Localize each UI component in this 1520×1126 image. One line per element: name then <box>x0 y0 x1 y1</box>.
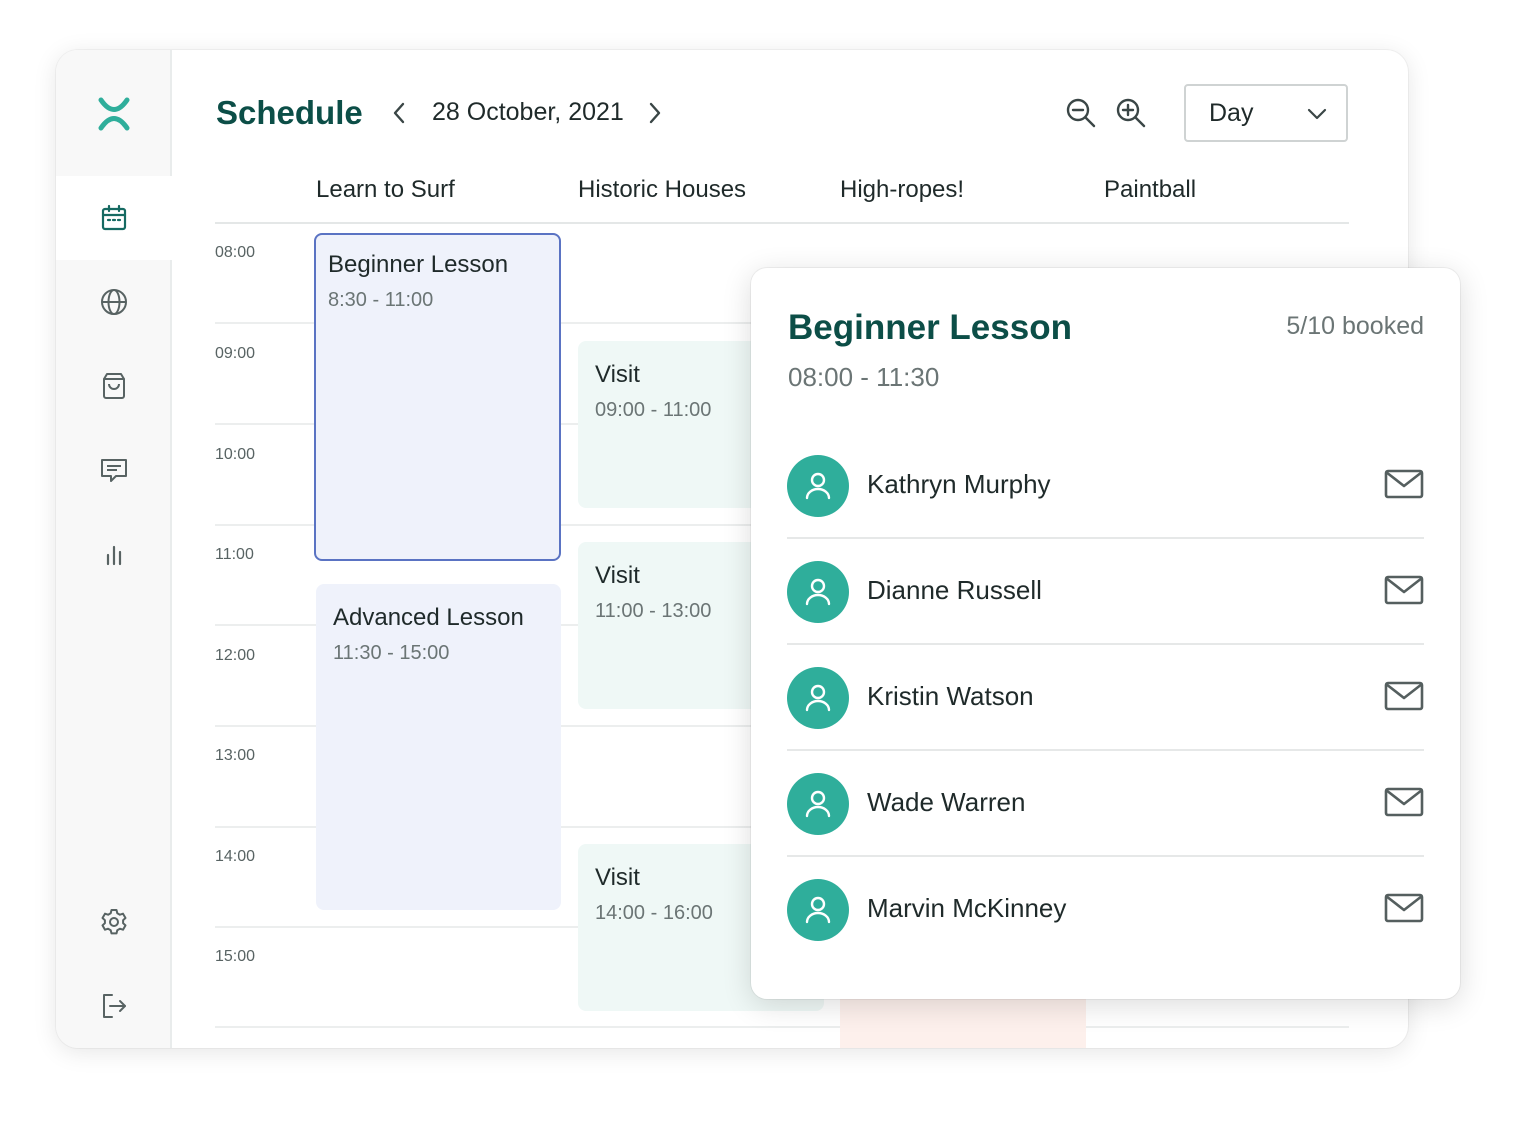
zoom-out-button[interactable] <box>1064 96 1098 130</box>
event-time: 11:30 - 15:00 <box>333 642 450 664</box>
attendee-name: Wade Warren <box>867 787 1026 817</box>
user-icon <box>805 790 831 818</box>
email-button[interactable] <box>1384 891 1424 925</box>
event-details-popup: Beginner Lesson 5/10 booked 08:00 - 11:3… <box>751 268 1460 999</box>
view-mode-value: Day <box>1209 98 1254 127</box>
chevron-down-icon <box>1307 108 1327 120</box>
chevron-right-icon <box>649 102 661 124</box>
column-header: Paintball <box>1104 176 1197 203</box>
mail-icon <box>1384 469 1424 499</box>
next-day-button[interactable] <box>642 100 668 126</box>
avatar <box>787 455 849 517</box>
hour-line <box>215 1026 1349 1028</box>
column-header: Historic Houses <box>578 176 747 203</box>
current-date: 28 October, 2021 <box>432 98 624 126</box>
attendee-row[interactable]: Kristin Watson <box>787 645 1424 751</box>
gear-icon <box>101 909 127 935</box>
page-title: Schedule <box>216 94 363 131</box>
sidebar-item-reports[interactable] <box>56 512 172 596</box>
view-mode-select[interactable]: Day <box>1184 84 1348 142</box>
email-button[interactable] <box>1384 785 1424 819</box>
attendee-row[interactable]: Dianne Russell <box>787 539 1424 645</box>
mail-icon <box>1384 787 1424 817</box>
email-button[interactable] <box>1384 573 1424 607</box>
column-header: High-ropes! <box>840 176 965 203</box>
sidebar-item-shop[interactable] <box>56 344 172 428</box>
hour-label: 11:00 <box>215 546 254 563</box>
hour-label: 08:00 <box>215 244 256 261</box>
hour-label: 09:00 <box>215 345 256 362</box>
mail-icon <box>1384 893 1424 923</box>
user-icon <box>805 472 831 500</box>
event-card-selected[interactable]: Beginner Lesson 8:30 - 11:00 <box>314 233 561 561</box>
shopping-bag-icon <box>103 373 125 399</box>
column-header: Learn to Surf <box>316 176 455 203</box>
hour-label: 13:00 <box>215 747 256 764</box>
zoom-out-icon <box>1066 98 1096 128</box>
event-card[interactable]: Advanced Lesson 11:30 - 15:00 <box>316 584 561 910</box>
hour-label: 10:00 <box>215 446 256 463</box>
chat-icon <box>101 459 127 482</box>
event-block[interactable] <box>840 998 1086 1048</box>
sidebar-item-messages[interactable] <box>56 428 172 512</box>
popup-title: Beginner Lesson <box>788 308 1072 347</box>
mail-icon <box>1384 575 1424 605</box>
sidebar-item-logout[interactable] <box>56 964 172 1048</box>
mail-icon <box>1384 681 1424 711</box>
booking-count: 5/10 booked <box>1286 312 1424 340</box>
attendee-name: Kathryn Murphy <box>867 469 1051 499</box>
email-button[interactable] <box>1384 467 1424 501</box>
zoom-in-icon <box>1116 98 1146 128</box>
popup-time: 08:00 - 11:30 <box>788 362 940 392</box>
attendee-name: Kristin Watson <box>867 681 1034 711</box>
calendar-icon <box>101 204 127 231</box>
avatar <box>787 879 849 941</box>
attendee-row[interactable]: Kathryn Murphy <box>787 433 1424 539</box>
attendee-row[interactable]: Marvin McKinney <box>787 857 1424 963</box>
user-icon <box>805 896 831 924</box>
previous-day-button[interactable] <box>386 100 412 126</box>
event-time: 8:30 - 11:00 <box>328 289 434 311</box>
attendee-name: Dianne Russell <box>867 575 1042 605</box>
avatar <box>787 667 849 729</box>
event-title: Beginner Lesson <box>328 251 509 278</box>
bar-chart-icon <box>106 545 122 566</box>
brand-logo-icon <box>98 97 130 131</box>
hour-label: 14:00 <box>215 848 256 865</box>
user-icon <box>805 578 831 606</box>
avatar <box>787 561 849 623</box>
sidebar-item-schedule[interactable] <box>56 176 172 260</box>
attendee-name: Marvin McKinney <box>867 893 1067 923</box>
sidebar <box>56 50 172 1048</box>
sidebar-item-settings[interactable] <box>56 880 172 964</box>
sidebar-item-globe[interactable] <box>56 260 172 344</box>
avatar <box>787 773 849 835</box>
attendee-row[interactable]: Wade Warren <box>787 751 1424 857</box>
user-icon <box>805 684 831 712</box>
chevron-left-icon <box>393 102 405 124</box>
zoom-in-button[interactable] <box>1114 96 1148 130</box>
logout-icon <box>103 994 126 1018</box>
email-button[interactable] <box>1384 679 1424 713</box>
event-title: Advanced Lesson <box>333 604 524 631</box>
logo <box>56 78 172 150</box>
globe-icon <box>101 289 127 315</box>
header-divider <box>215 222 1349 224</box>
hour-label: 12:00 <box>215 647 256 664</box>
hour-label: 15:00 <box>215 948 256 965</box>
